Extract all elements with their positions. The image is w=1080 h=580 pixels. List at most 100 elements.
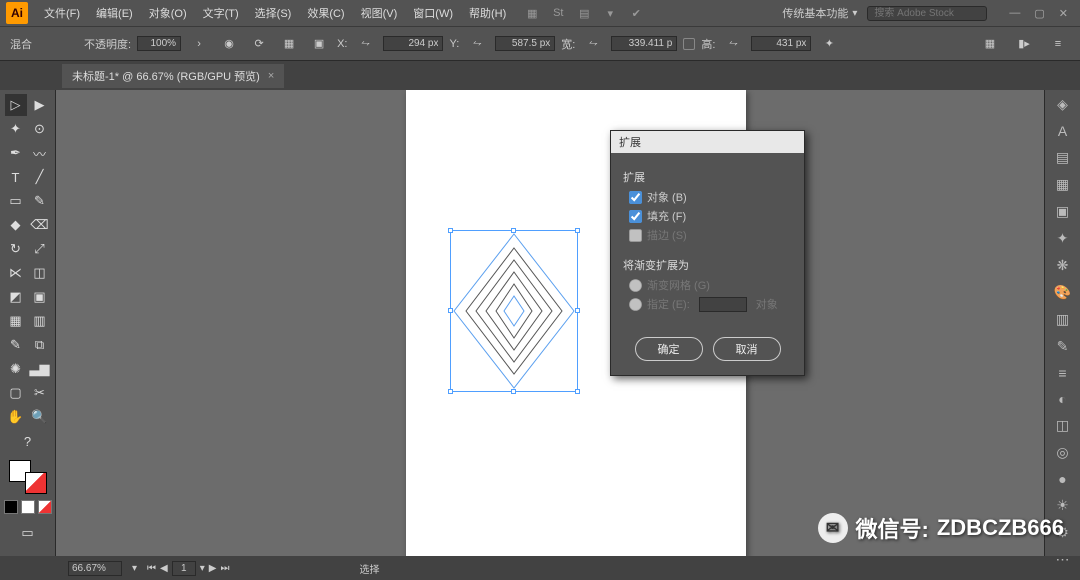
- checkbox-object-input[interactable]: [629, 191, 642, 204]
- menu-object[interactable]: 对象(O): [141, 5, 195, 21]
- menubar-check-icon[interactable]: ✔: [628, 5, 644, 21]
- menu-edit[interactable]: 编辑(E): [88, 5, 141, 21]
- menubar-arrange-icon[interactable]: ▤: [576, 5, 592, 21]
- tool-shape-builder[interactable]: ◩: [5, 286, 27, 308]
- nav-prev-icon[interactable]: ◀: [160, 563, 168, 574]
- style-icon[interactable]: ◉: [220, 35, 238, 53]
- opacity-chevron-icon[interactable]: ›: [190, 35, 208, 53]
- panel-color-icon[interactable]: 🎨: [1053, 284, 1073, 301]
- link-y-icon[interactable]: ⥊: [468, 35, 486, 53]
- window-close[interactable]: ✕: [1059, 7, 1068, 20]
- color-swatches[interactable]: [9, 460, 47, 494]
- panel-transparency-icon[interactable]: ◫: [1053, 417, 1073, 434]
- tool-perspective[interactable]: ▣: [29, 286, 51, 308]
- tool-paintbrush[interactable]: ✎: [29, 190, 51, 212]
- stroke-swatch[interactable]: [25, 472, 47, 494]
- checkbox-object[interactable]: 对象 (B): [629, 189, 792, 205]
- tool-line[interactable]: ╱: [29, 166, 51, 188]
- tool-scale[interactable]: ⤢: [29, 238, 51, 260]
- tool-direct-select[interactable]: ▶: [29, 94, 51, 116]
- panel-dot-icon[interactable]: ●: [1053, 471, 1073, 487]
- document-tab[interactable]: 未标题-1* @ 66.67% (RGB/GPU 预览) ×: [62, 64, 284, 88]
- panel-type-icon[interactable]: A: [1053, 123, 1073, 139]
- menu-effect[interactable]: 效果(C): [299, 5, 352, 21]
- tool-blend[interactable]: ⧉: [29, 334, 51, 356]
- menu-view[interactable]: 视图(V): [353, 5, 406, 21]
- y-input[interactable]: [495, 36, 555, 51]
- tool-pen[interactable]: ✒: [5, 142, 27, 164]
- tool-zoom[interactable]: 🔍: [29, 406, 51, 428]
- recolor-icon[interactable]: ⟳: [250, 35, 268, 53]
- tool-free-transform[interactable]: ◫: [29, 262, 51, 284]
- checkbox-fill-input[interactable]: [629, 210, 642, 223]
- panel-align-icon[interactable]: ▮▸: [1015, 35, 1033, 53]
- tool-rectangle[interactable]: ▭: [5, 190, 27, 212]
- artboard-index-input[interactable]: [172, 561, 196, 576]
- checkbox-fill[interactable]: 填充 (F): [629, 208, 792, 224]
- link-w-icon[interactable]: ⥊: [584, 35, 602, 53]
- zoom-chevron-icon[interactable]: ▾: [132, 563, 137, 574]
- ok-button[interactable]: 确定: [635, 337, 703, 361]
- mini-swatch-solid[interactable]: [4, 500, 18, 514]
- panel-shape-icon[interactable]: ▣: [1053, 203, 1073, 220]
- tool-hand[interactable]: ✋: [5, 406, 27, 428]
- tool-symbol-sprayer[interactable]: ✺: [5, 358, 27, 380]
- panel-symbols-icon[interactable]: ✦: [1053, 230, 1073, 247]
- panel-pattern-icon[interactable]: ❋: [1053, 257, 1073, 274]
- x-input[interactable]: [383, 36, 443, 51]
- tool-eyedropper[interactable]: ✎: [5, 334, 27, 356]
- constrain-icon[interactable]: [683, 38, 695, 50]
- tool-column-graph[interactable]: ▃▆: [29, 358, 51, 380]
- panel-guide-icon[interactable]: ▦: [1053, 176, 1073, 193]
- window-minimize[interactable]: —: [1009, 7, 1020, 20]
- canvas[interactable]: [56, 90, 1044, 556]
- tool-rotate[interactable]: ↻: [5, 238, 27, 260]
- tool-mesh[interactable]: ▦: [5, 310, 27, 332]
- tool-curvature[interactable]: 〰: [29, 142, 51, 164]
- panel-swatches-icon[interactable]: ▥: [1053, 311, 1073, 328]
- transform-icon[interactable]: ✦: [820, 35, 838, 53]
- screen-mode[interactable]: ▭: [17, 522, 39, 544]
- tool-selection[interactable]: ▷: [5, 94, 27, 116]
- artboard-chevron-icon[interactable]: ▾: [200, 563, 205, 574]
- tool-artboard[interactable]: ▢: [5, 382, 27, 404]
- tool-toggle-fill[interactable]: ?: [17, 430, 39, 452]
- window-maximize[interactable]: ▢: [1034, 7, 1044, 20]
- tool-slice[interactable]: ✂: [29, 382, 51, 404]
- tool-width[interactable]: ⋉: [5, 262, 27, 284]
- panel-appearance-icon[interactable]: ◎: [1053, 444, 1073, 461]
- workspace-switcher[interactable]: 传统基本功能: [782, 5, 857, 21]
- tool-lasso[interactable]: ⊙: [29, 118, 51, 140]
- nav-last-icon[interactable]: ⏭: [220, 563, 229, 574]
- cancel-button[interactable]: 取消: [713, 337, 781, 361]
- mini-swatch-none[interactable]: [38, 500, 52, 514]
- menu-window[interactable]: 窗口(W): [405, 5, 461, 21]
- link-x-icon[interactable]: ⥊: [356, 35, 374, 53]
- w-input[interactable]: [611, 36, 677, 51]
- panel-brushes-icon[interactable]: ✎: [1053, 338, 1073, 355]
- menu-file[interactable]: 文件(F): [36, 5, 88, 21]
- menubar-stock-icon[interactable]: St: [550, 5, 566, 21]
- menubar-gpu-icon[interactable]: ▾: [602, 5, 618, 21]
- tool-gradient[interactable]: ▥: [29, 310, 51, 332]
- align-icon[interactable]: ▦: [280, 35, 298, 53]
- tool-shaper[interactable]: ◆: [5, 214, 27, 236]
- zoom-input[interactable]: [68, 561, 122, 576]
- h-input[interactable]: [751, 36, 811, 51]
- panel-layers-icon[interactable]: ◈: [1053, 96, 1073, 113]
- search-stock-input[interactable]: [867, 6, 987, 21]
- tool-magic-wand[interactable]: ✦: [5, 118, 27, 140]
- menu-select[interactable]: 选择(S): [247, 5, 300, 21]
- nav-next-icon[interactable]: ▶: [209, 563, 217, 574]
- menubar-bridge-icon[interactable]: ▦: [524, 5, 540, 21]
- ref-point-icon[interactable]: ▣: [310, 35, 328, 53]
- nav-first-icon[interactable]: ⏮: [147, 563, 156, 574]
- panel-toggle-icon[interactable]: ▦: [981, 35, 999, 53]
- panel-stroke-icon[interactable]: ≡: [1053, 365, 1073, 381]
- panel-gradient-icon[interactable]: ◐: [1053, 391, 1073, 407]
- panel-align-icon[interactable]: ▤: [1053, 149, 1073, 166]
- link-h-icon[interactable]: ⥊: [724, 35, 742, 53]
- opacity-input[interactable]: [137, 36, 181, 51]
- mini-swatch-gradient[interactable]: [21, 500, 35, 514]
- tool-eraser[interactable]: ⌫: [29, 214, 51, 236]
